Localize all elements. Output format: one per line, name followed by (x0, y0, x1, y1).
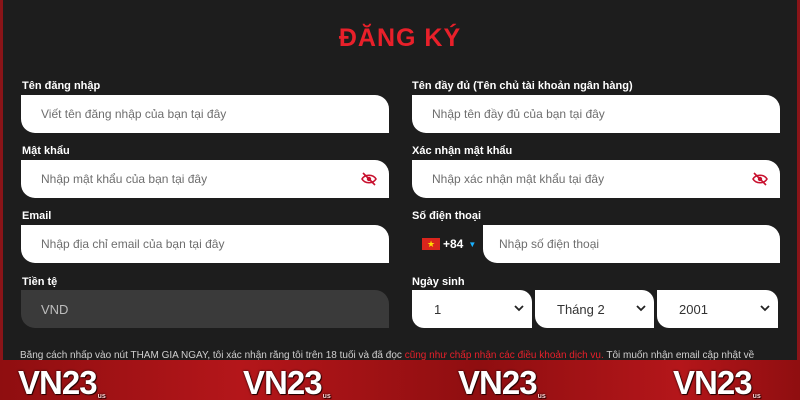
currency-value: VND (41, 301, 69, 317)
confirm-password-label: Xác nhận mật khẩu (412, 145, 513, 157)
logo-suffix: us (97, 393, 106, 400)
birthdate-label: Ngày sinh (412, 276, 465, 288)
eye-off-icon[interactable] (752, 172, 768, 186)
logo-text: VN23 (673, 364, 753, 400)
phone-label: Số điện thoại (412, 210, 482, 222)
fullname-label: Tên đầy đủ (Tên chủ tài khoản ngân hàng) (412, 80, 633, 92)
currency-field: VND (21, 290, 389, 328)
logo-suffix: us (322, 393, 331, 400)
birth-day-value: 1 (434, 301, 442, 317)
country-code: +84 (443, 237, 464, 251)
logo-text: VN23 (458, 364, 538, 400)
chevron-down-icon (514, 305, 524, 312)
birth-year-value: 2001 (679, 301, 708, 317)
password-field[interactable] (21, 160, 389, 198)
email-input[interactable] (41, 237, 389, 251)
logo-suffix: us (752, 393, 761, 400)
country-code-selector[interactable]: ★ +84 ▼ (412, 225, 480, 263)
caret-down-icon: ▼ (468, 239, 477, 249)
email-label: Email (22, 210, 52, 222)
vietnam-flag-icon: ★ (422, 238, 440, 250)
birth-year-select[interactable]: 2001 (657, 290, 778, 328)
fullname-input[interactable] (432, 107, 780, 121)
phone-input[interactable] (499, 237, 780, 251)
logo-text: VN23 (243, 364, 323, 400)
chevron-down-icon (760, 305, 770, 312)
confirm-password-input[interactable] (432, 172, 780, 186)
birth-day-select[interactable]: 1 (412, 290, 532, 328)
currency-label: Tiền tệ (22, 276, 58, 288)
brand-logo: VN23us (243, 364, 331, 400)
birth-month-value: Tháng 2 (557, 301, 605, 317)
brand-logo: VN23us (458, 364, 546, 400)
brand-logo: VN23us (673, 364, 761, 400)
birth-month-select[interactable]: Tháng 2 (535, 290, 654, 328)
username-label: Tên đăng nhập (22, 80, 101, 92)
password-input[interactable] (41, 172, 389, 186)
frame-left (0, 0, 3, 400)
username-input[interactable] (41, 107, 389, 121)
eye-off-icon[interactable] (361, 172, 377, 186)
fullname-field[interactable] (412, 95, 780, 133)
brand-logo: VN23us (18, 364, 106, 400)
email-field[interactable] (21, 225, 389, 263)
password-label: Mật khẩu (22, 145, 70, 157)
page-title: ĐĂNG KÝ (338, 24, 462, 52)
logo-suffix: us (537, 393, 546, 400)
chevron-down-icon (636, 305, 646, 312)
logo-text: VN23 (18, 364, 98, 400)
phone-field[interactable] (483, 225, 780, 263)
username-field[interactable] (21, 95, 389, 133)
confirm-password-field[interactable] (412, 160, 780, 198)
